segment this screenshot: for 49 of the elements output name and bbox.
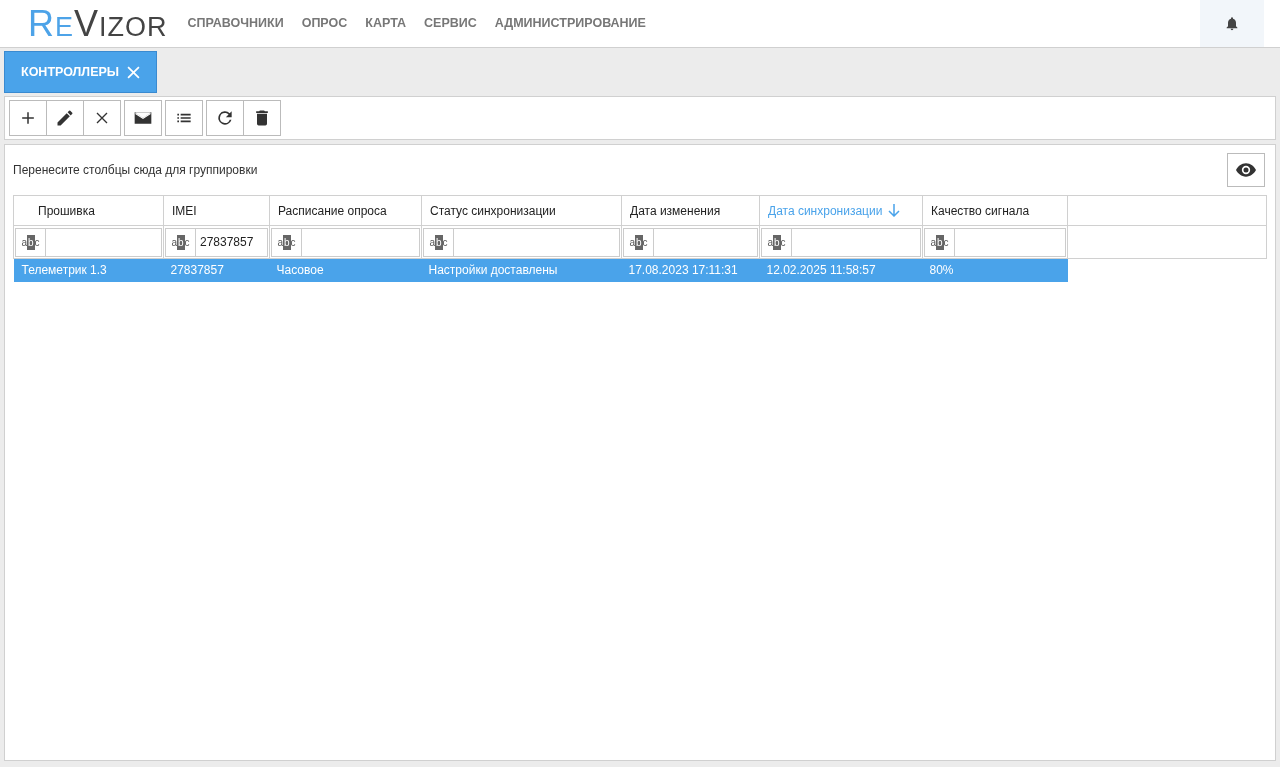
logo: REVIZOR (28, 5, 168, 42)
refresh-button[interactable] (206, 100, 244, 136)
column-header[interactable]: Прошивка (13, 195, 164, 226)
text-filter-icon: abc (761, 227, 792, 257)
group-hint: Перенесите столбцы сюда для группировки (13, 162, 259, 179)
filter-field[interactable] (653, 227, 758, 257)
column-header[interactable]: Статус синхронизации (421, 195, 622, 226)
filter-field[interactable]: 27837857 (195, 227, 268, 257)
text-filter-icon: abc (623, 227, 654, 257)
menu-link[interactable]: КАРТА (365, 14, 406, 33)
table-cell[interactable]: Часовое (269, 258, 422, 282)
text-filter-icon: abc (165, 227, 196, 257)
list-button[interactable] (165, 100, 203, 136)
add-button[interactable] (9, 100, 47, 136)
delete-button[interactable] (243, 100, 281, 136)
menu-link[interactable]: ОПРОС (301, 14, 348, 33)
column-chooser-button[interactable] (1227, 153, 1265, 187)
table-cell[interactable]: Настройки доставлены (421, 258, 622, 282)
text-filter-icon: abc (15, 227, 46, 257)
tab[interactable]: КОНТРОЛЛЕРЫ (4, 51, 158, 93)
menu-link[interactable]: СЕРВИС (424, 14, 477, 33)
filter-field[interactable] (453, 227, 620, 257)
table-cell[interactable]: Телеметрик 1.3 (13, 258, 164, 282)
text-filter-icon: abc (423, 227, 454, 257)
eye-icon (1236, 163, 1256, 177)
column-header[interactable]: Расписание опроса (269, 195, 422, 226)
column-header[interactable]: Дата синхронизации (759, 195, 923, 226)
pencil-icon (55, 108, 75, 128)
sort-arrow-icon (888, 203, 901, 217)
refresh-icon (215, 108, 235, 128)
filter-field[interactable] (45, 227, 162, 257)
table-cell[interactable]: 12.02.2025 11:58:57 (759, 258, 923, 282)
bell-icon (1224, 15, 1240, 32)
menu-link[interactable]: СПРАВОЧНИКИ (187, 14, 284, 33)
filter-field[interactable] (954, 227, 1066, 257)
table-cell[interactable]: 17.08.2023 17:11:31 (621, 258, 760, 282)
close-icon[interactable] (127, 65, 141, 79)
table-cell[interactable]: 80% (922, 258, 1068, 282)
mail-button[interactable] (124, 100, 162, 136)
text-filter-icon: abc (271, 227, 302, 257)
filter-field[interactable] (791, 227, 921, 257)
notifications-button[interactable] (1200, 0, 1264, 47)
edit-button[interactable] (46, 100, 84, 136)
column-header[interactable]: Дата изменения (621, 195, 760, 226)
column-header[interactable]: Качество сигнала (922, 195, 1068, 226)
column-header[interactable]: IMEI (163, 195, 270, 226)
text-filter-icon: abc (924, 227, 955, 257)
menu-link[interactable]: АДМИНИСТРИРОВАНИЕ (494, 14, 646, 33)
filter-field[interactable] (301, 227, 420, 257)
